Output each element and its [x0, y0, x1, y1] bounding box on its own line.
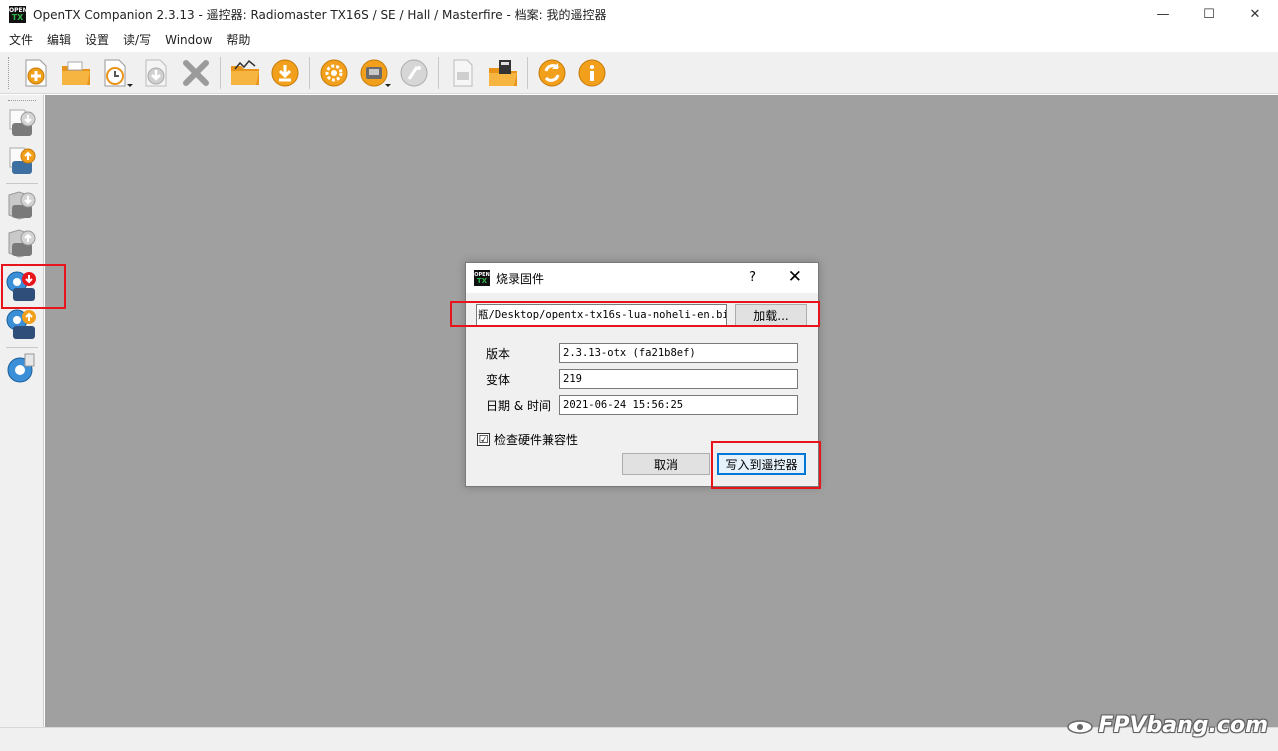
palette-icon: [400, 59, 428, 86]
variant-field[interactable]: 219: [559, 369, 798, 389]
maximize-button[interactable]: ☐: [1186, 0, 1232, 28]
read-backup-button[interactable]: [4, 187, 40, 223]
about-button[interactable]: [574, 55, 610, 91]
window-title: OpenTX Companion 2.3.13 - 遥控器: Radiomast…: [33, 7, 607, 22]
menu-read-write[interactable]: 读/写: [116, 30, 158, 50]
read-models-icon: [9, 109, 36, 136]
cancel-button[interactable]: 取消: [622, 453, 710, 475]
check-hardware-checkbox[interactable]: ☑: [477, 433, 490, 446]
settings-gear-icon: [320, 59, 348, 86]
settings-button[interactable]: [316, 55, 352, 91]
opentx-logo-icon: OPEN TX: [9, 5, 28, 23]
check-updates-button[interactable]: [534, 55, 570, 91]
read-backup-icon: [8, 191, 36, 220]
annotation-box-firmware-button: [1, 264, 66, 309]
close-window-button[interactable]: ✕: [1232, 0, 1278, 28]
menu-window[interactable]: Window: [158, 30, 219, 50]
update-icon: [538, 59, 566, 86]
check-hardware-label: 检查硬件兼容性: [494, 433, 579, 447]
gear-usb-icon: [7, 353, 35, 383]
menu-settings[interactable]: 设置: [78, 30, 116, 50]
version-field[interactable]: 2.3.13-otx (fa21b8ef): [559, 343, 798, 363]
radio-settings-button[interactable]: [356, 55, 392, 91]
title-bar: OPEN TX OpenTX Companion 2.3.13 - 遥控器: Ra…: [0, 0, 1278, 28]
annotation-box-file-path: [450, 301, 820, 327]
menu-bar: 文件 编辑 设置 读/写 Window 帮助: [0, 30, 257, 50]
sd-card-sync-button[interactable]: [4, 351, 40, 387]
open-logs-icon: [231, 59, 259, 85]
appearance-button[interactable]: [396, 55, 432, 91]
close-x-icon: [183, 59, 209, 86]
minimize-button[interactable]: —: [1140, 0, 1186, 28]
sd-sync-button[interactable]: [485, 55, 521, 91]
menu-edit[interactable]: 编辑: [40, 30, 78, 50]
write-models-button[interactable]: [4, 143, 40, 179]
variant-label: 变体: [486, 372, 511, 387]
recent-dropdown-arrow[interactable]: [127, 83, 133, 87]
menu-help[interactable]: 帮助: [219, 30, 257, 50]
date-label: 日期 & 时间: [486, 398, 551, 413]
download-icon: [271, 59, 299, 86]
opentx-logo-icon: OPEN TX: [474, 270, 490, 286]
sd-card-icon: [489, 59, 517, 86]
write-backup-button[interactable]: [4, 225, 40, 261]
new-file-icon: [25, 59, 47, 86]
write-backup-icon: [8, 229, 36, 258]
drone-logo-icon: [1067, 719, 1094, 734]
menu-file[interactable]: 文件: [2, 30, 40, 50]
print-icon: [453, 59, 473, 86]
main-toolbar: [0, 52, 1278, 94]
download-button[interactable]: [267, 55, 303, 91]
dialog-title-bar: OPEN TX 烧录固件 ? ✕: [466, 263, 818, 293]
radio-settings-dropdown-arrow[interactable]: [385, 83, 391, 87]
write-models-icon: [9, 147, 36, 174]
check-hardware-row[interactable]: ☑ 检查硬件兼容性: [477, 431, 578, 448]
new-button[interactable]: [18, 55, 54, 91]
about-info-icon: [578, 59, 606, 86]
open-button[interactable]: [58, 55, 94, 91]
version-row: 版本 2.3.13-otx (fa21b8ef): [486, 343, 798, 363]
dialog-close-button[interactable]: ✕: [788, 267, 802, 287]
firmware-read-icon: [6, 309, 36, 339]
recent-button[interactable]: [98, 55, 134, 91]
print-button[interactable]: [445, 55, 481, 91]
close-file-button[interactable]: [178, 55, 214, 91]
save-icon: [145, 59, 167, 86]
save-button[interactable]: [138, 55, 174, 91]
annotation-box-write-button: [711, 441, 821, 489]
open-folder-icon: [62, 61, 90, 85]
logs-button[interactable]: [227, 55, 263, 91]
radio-toolbar: [0, 95, 44, 727]
read-models-button[interactable]: [4, 105, 40, 141]
toolbar-grip: [8, 56, 12, 89]
version-label: 版本: [486, 346, 511, 361]
watermark: FPVbang.com: [1066, 713, 1268, 738]
read-firmware-button[interactable]: [4, 307, 40, 343]
help-button[interactable]: ?: [749, 270, 756, 285]
date-field[interactable]: 2021-06-24 15:56:25: [559, 395, 798, 415]
variant-row: 变体 219: [486, 369, 798, 389]
dialog-title: 烧录固件: [496, 271, 545, 286]
date-row: 日期 & 时间 2021-06-24 15:56:25: [486, 395, 798, 415]
